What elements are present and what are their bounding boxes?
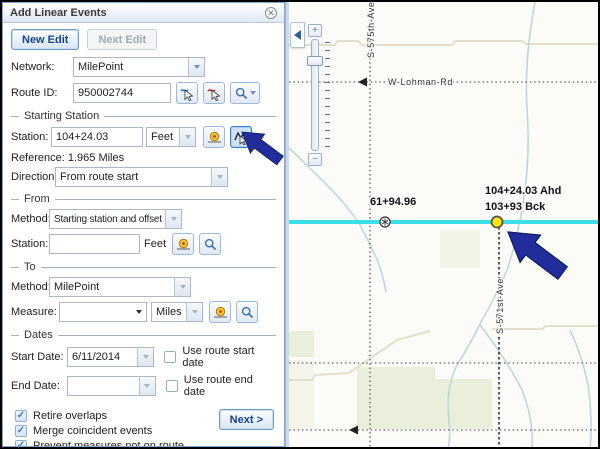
network-select[interactable]: MilePoint: [73, 57, 205, 77]
chevron-down-icon[interactable]: [188, 58, 204, 76]
zoom-in-button[interactable]: +: [308, 24, 322, 37]
selected-station-point[interactable]: [492, 217, 503, 228]
starting-station-legend: Starting Station: [11, 110, 276, 122]
to-method-select[interactable]: MilePoint: [49, 277, 191, 297]
direction-label: Direction:: [11, 171, 55, 183]
next-edit-button[interactable]: Next Edit: [87, 29, 157, 50]
chevron-down-icon: [165, 210, 181, 228]
chevron-down-icon: [139, 377, 155, 395]
route-search-menu-button[interactable]: [230, 82, 260, 104]
to-units-select[interactable]: Miles: [151, 302, 203, 322]
from-search-button[interactable]: [199, 233, 221, 255]
zoom-slider-thumb[interactable]: [307, 56, 323, 66]
road-labels: W-Lohman-Rd S-575th-Ave S-571st-Ave: [366, 2, 505, 334]
measure-station-icon: [213, 305, 228, 320]
to-search-button[interactable]: [236, 301, 258, 323]
chevron-down-icon: [137, 348, 153, 366]
station-units-select[interactable]: Feet: [146, 127, 196, 147]
dates-legend: Dates: [11, 329, 276, 341]
chevron-down-icon: [211, 168, 227, 186]
end-date-picker[interactable]: [67, 376, 156, 396]
collapse-left-icon: [294, 30, 301, 40]
from-station-label: Station:: [11, 238, 49, 250]
road-label-vertical-right: S-571st-Ave: [495, 278, 505, 334]
chevron-down-icon: [250, 91, 256, 95]
starting-station-input[interactable]: [51, 127, 143, 147]
measure-station-icon: [176, 237, 191, 252]
start-date-picker[interactable]: 6/11/2014: [67, 347, 154, 367]
from-legend: From: [11, 193, 276, 205]
station-circle-marker: [380, 217, 390, 227]
retire-overlaps-label: Retire overlaps: [33, 410, 107, 422]
direction-select[interactable]: From route start: [55, 167, 228, 187]
pick-station-on-map-button[interactable]: [230, 126, 252, 148]
station-label-back: 103+93 Bck: [485, 201, 546, 213]
road-label-vertical-left: S-575th-Ave: [366, 2, 376, 58]
pick-station-on-map-icon: [234, 130, 249, 145]
chevron-down-icon[interactable]: [132, 303, 146, 321]
reference-readout: Reference: 1.965 Miles: [11, 152, 124, 164]
from-units-label: Feet: [144, 238, 166, 250]
road-label-horizontal: W-Lohman-Rd: [388, 77, 453, 87]
map-viewport[interactable]: W-Lohman-Rd S-575th-Ave S-571st-Ave 61+9…: [289, 2, 600, 447]
network-label: Network:: [11, 61, 73, 73]
measure-station-button[interactable]: [203, 126, 225, 148]
prevent-measures-label: Prevent measures not on route: [33, 440, 184, 447]
chevron-down-icon: [174, 278, 190, 296]
route-id-input[interactable]: [73, 83, 171, 103]
measure-station-icon: [207, 130, 222, 145]
station-label-left: 61+94.96: [370, 196, 416, 208]
use-route-start-date-label: Use route start date: [182, 345, 276, 369]
add-linear-events-panel: Add Linear Events ✕ New Edit Next Edit N…: [2, 2, 285, 447]
use-route-start-date-checkbox[interactable]: [164, 351, 176, 363]
search-icon: [241, 306, 254, 319]
route-id-label: Route ID:: [11, 87, 73, 99]
use-route-end-date-checkbox[interactable]: [166, 380, 178, 392]
from-measure-button[interactable]: [172, 233, 194, 255]
search-icon: [204, 238, 217, 251]
from-station-input[interactable]: [49, 234, 140, 254]
new-edit-button[interactable]: New Edit: [11, 29, 79, 50]
from-method-select[interactable]: Starting station and offset: [49, 209, 182, 229]
collapse-panel-button[interactable]: [290, 22, 305, 48]
merge-coincident-events-checkbox[interactable]: ✓: [15, 425, 27, 437]
panel-title: Add Linear Events: [10, 7, 265, 19]
use-route-end-date-label: Use route end date: [184, 374, 276, 398]
start-date-label: Start Date:: [11, 351, 67, 363]
station-label-ahead: 104+24.03 Ahd: [485, 185, 561, 197]
zoom-out-button[interactable]: −: [308, 153, 322, 166]
chevron-down-icon: [179, 128, 195, 146]
to-measure-combo[interactable]: [59, 302, 147, 322]
close-icon[interactable]: ✕: [265, 7, 277, 19]
app-window: Add Linear Events ✕ New Edit Next Edit N…: [0, 0, 600, 449]
chevron-down-icon: [186, 303, 202, 321]
to-measure-label: Measure:: [11, 306, 59, 318]
select-route-icon: [180, 86, 195, 101]
merge-coincident-events-label: Merge coincident events: [33, 425, 152, 437]
end-date-label: End Date:: [11, 380, 67, 392]
station-labels: 61+94.96 104+24.03 Ahd 103+93 Bck: [370, 185, 561, 213]
next-button[interactable]: Next >: [219, 409, 274, 430]
select-route-on-map-button[interactable]: [176, 82, 198, 104]
zoom-slider-ticks: [325, 42, 330, 150]
clear-route-selection-button[interactable]: [203, 82, 225, 104]
panel-header: Add Linear Events ✕: [3, 3, 284, 23]
search-icon: [235, 87, 248, 100]
clear-route-selection-icon: [207, 86, 222, 101]
to-measure-button[interactable]: [209, 301, 231, 323]
from-method-label: Method:: [11, 213, 49, 225]
to-method-label: Method:: [11, 281, 49, 293]
prevent-measures-checkbox[interactable]: ✓: [15, 440, 27, 447]
zoom-slider[interactable]: + −: [306, 24, 342, 166]
to-legend: To: [11, 261, 276, 273]
station-label: Station:: [11, 131, 51, 143]
vegetation-areas: [289, 230, 492, 430]
retire-overlaps-checkbox[interactable]: ✓: [15, 410, 27, 422]
